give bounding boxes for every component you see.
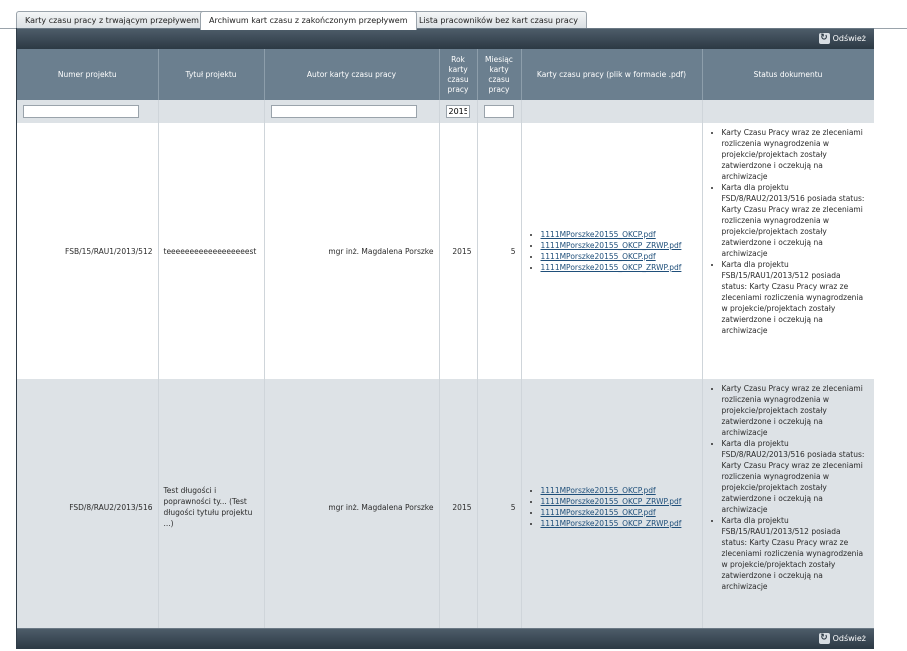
pdf-file-link[interactable]: 1111MPorszke20155_OKCP.pdf bbox=[541, 252, 656, 261]
pdf-file-link[interactable]: 1111MPorszke20155_OKCP_ZRWP.pdf bbox=[541, 263, 682, 272]
pdf-file-link[interactable]: 1111MPorszke20155_OKCP_ZRWP.pdf bbox=[541, 241, 682, 250]
status-cell: Karty Czasu Pracy wraz ze zleceniami roz… bbox=[702, 123, 874, 379]
author-cell: mgr inż. Magdalena Porszke bbox=[264, 379, 440, 635]
status-item: Karta dla projektu FSB/15/RAU1/2013/512 … bbox=[722, 259, 869, 336]
author-filter-input[interactable] bbox=[270, 105, 417, 118]
refresh-label: Odśwież bbox=[832, 34, 866, 43]
column-header-status[interactable]: Status dokumentu bbox=[702, 49, 874, 100]
year-filter-input[interactable] bbox=[445, 105, 470, 118]
tab-employees-without-timesheets[interactable]: Lista pracowników bez kart czasu pracy bbox=[410, 11, 587, 29]
top-toolbar: ↻ Odśwież bbox=[17, 28, 874, 49]
refresh-icon: ↻ bbox=[818, 33, 830, 44]
month-cell: 5 bbox=[477, 379, 522, 635]
column-header-project-title[interactable]: Tytuł projektu bbox=[158, 49, 265, 100]
column-header-author[interactable]: Autor karty czasu pracy bbox=[264, 49, 440, 100]
column-header-year[interactable]: Rok karty czasu pracy bbox=[439, 49, 478, 100]
filter-row bbox=[17, 100, 874, 123]
table-row[interactable]: FSB/15/RAU1/2013/512 teeeeeeeeeeeeeeeeee… bbox=[17, 123, 874, 379]
column-header-files[interactable]: Karty czasu pracy (plik w formacie .pdf) bbox=[521, 49, 703, 100]
month-filter-input[interactable] bbox=[483, 105, 514, 118]
year-cell: 2015 bbox=[439, 379, 478, 635]
refresh-button-top[interactable]: ↻ Odśwież bbox=[818, 32, 866, 45]
bottom-toolbar: ↻ Odśwież bbox=[17, 628, 874, 649]
status-item: Karta dla projektu FSD/8/RAU2/2013/516 p… bbox=[722, 438, 869, 515]
column-header-project-number[interactable]: Numer projektu bbox=[17, 49, 159, 100]
archive-panel: ↻ Odśwież Numer projektu Tytuł projektu … bbox=[16, 28, 874, 649]
pdf-file-link[interactable]: 1111MPorszke20155_OKCP.pdf bbox=[541, 230, 656, 239]
table-header-row: Numer projektu Tytuł projektu Autor kart… bbox=[17, 49, 874, 100]
project-number-cell: FSB/15/RAU1/2013/512 bbox=[17, 123, 159, 379]
status-item: Karty Czasu Pracy wraz ze zleceniami roz… bbox=[722, 127, 869, 182]
files-cell: 1111MPorszke20155_OKCP.pdf 1111MPorszke2… bbox=[521, 379, 703, 635]
project-title-cell: teeeeeeeeeeeeeeeeeest bbox=[158, 123, 265, 379]
column-header-month[interactable]: Miesiąc karty czasu pracy bbox=[477, 49, 522, 100]
tab-bar: Karty czasu pracy z trwającym przepływem… bbox=[0, 0, 907, 30]
status-item: Karta dla projektu FSD/8/RAU2/2013/516 p… bbox=[722, 182, 869, 259]
refresh-button-bottom[interactable]: ↻ Odśwież bbox=[818, 632, 866, 645]
project-number-filter-input[interactable] bbox=[23, 105, 139, 118]
year-cell: 2015 bbox=[439, 123, 478, 379]
refresh-label: Odśwież bbox=[832, 634, 866, 643]
tab-archive[interactable]: Archiwum kart czasu z zakończonym przepł… bbox=[200, 11, 417, 30]
pdf-file-link[interactable]: 1111MPorszke20155_OKCP_ZRWP.pdf bbox=[541, 519, 682, 528]
month-cell: 5 bbox=[477, 123, 522, 379]
status-item: Karta dla projektu FSB/15/RAU1/2013/512 … bbox=[722, 515, 869, 592]
project-number-cell: FSD/8/RAU2/2013/516 bbox=[17, 379, 159, 635]
pdf-file-link[interactable]: 1111MPorszke20155_OKCP_ZRWP.pdf bbox=[541, 497, 682, 506]
refresh-icon: ↻ bbox=[818, 633, 830, 644]
tab-active-timesheets[interactable]: Karty czasu pracy z trwającym przepływem bbox=[16, 11, 208, 29]
files-cell: 1111MPorszke20155_OKCP.pdf 1111MPorszke2… bbox=[521, 123, 703, 379]
pdf-file-link[interactable]: 1111MPorszke20155_OKCP.pdf bbox=[541, 486, 656, 495]
pdf-file-link[interactable]: 1111MPorszke20155_OKCP.pdf bbox=[541, 508, 656, 517]
status-cell: Karty Czasu Pracy wraz ze zleceniami roz… bbox=[702, 379, 874, 635]
table-row[interactable]: FSD/8/RAU2/2013/516 Test długości i popr… bbox=[17, 379, 874, 635]
status-item: Karty Czasu Pracy wraz ze zleceniami roz… bbox=[722, 383, 869, 438]
timesheet-table: Numer projektu Tytuł projektu Autor kart… bbox=[17, 49, 874, 635]
author-cell: mgr inż. Magdalena Porszke bbox=[264, 123, 440, 379]
project-title-cell: Test długości i poprawności ty... (Test … bbox=[158, 379, 265, 635]
